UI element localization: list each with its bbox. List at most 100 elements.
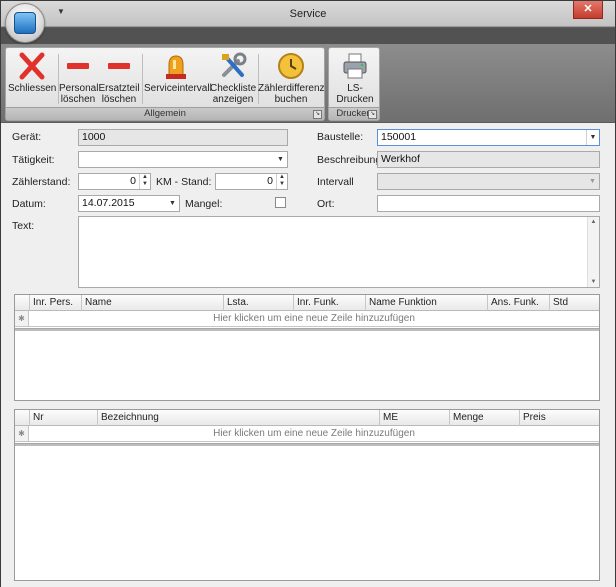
row-indicator-header (15, 410, 30, 426)
grid-footer-bar (15, 328, 599, 331)
row-indicator-header (15, 295, 30, 311)
column-header[interactable]: Name (82, 295, 224, 311)
geraet-label: Gerät: (12, 131, 42, 143)
mangel-label: Mangel: (185, 198, 223, 210)
chevron-down-icon[interactable]: ▼ (166, 196, 179, 211)
column-header[interactable]: Nr (30, 410, 98, 426)
allgemein-group-label: Allgemein (144, 108, 186, 119)
baustelle-dropdown[interactable]: 150001 ▼ (377, 129, 600, 146)
ersatzteil-loeschen-label-1: Ersatzteil (98, 83, 140, 94)
km-stand-stepper[interactable]: 0 ▲ ▼ (215, 173, 288, 190)
new-row-text: Hier klicken um eine neue Zeile hinzuzuf… (213, 313, 415, 324)
text-scrollbar[interactable]: ▲ ▼ (587, 217, 599, 287)
minus-icon (104, 51, 134, 81)
ribbon-separator (142, 54, 143, 104)
chevron-down-icon[interactable]: ▼ (586, 130, 599, 145)
printer-icon (340, 51, 370, 81)
spin-arrows-icon[interactable]: ▲ ▼ (139, 174, 150, 189)
ribbon-group-drucken: LS-Drucken Drucken ↘ (328, 47, 380, 121)
ort-field[interactable] (377, 195, 600, 212)
zaehlerdifferenz-label-2: buchen (274, 94, 308, 105)
datum-picker[interactable]: 14.07.2015 ▼ (78, 195, 180, 212)
km-stand-label: KM - Stand: (156, 176, 212, 188)
column-header[interactable]: Inr. Pers. (30, 295, 82, 311)
zaehlerdifferenz-label-1: Zählerdifferenz (258, 83, 325, 94)
column-header[interactable]: Preis (520, 410, 601, 426)
drucken-group-label: Drucken (336, 108, 372, 119)
km-stand-value: 0 (267, 175, 273, 187)
new-row-placeholder[interactable]: ✱ Hier klicken um eine neue Zeile hinzuz… (15, 426, 599, 442)
column-header[interactable]: Ans. Funk. (488, 295, 550, 311)
minus-icon (63, 51, 93, 81)
ribbon-group-allgemein: Schliessen Personal löschen Ersatzteil l… (5, 47, 325, 121)
column-header[interactable]: Name Funktion (366, 295, 488, 311)
column-header[interactable]: Lsta. (224, 295, 294, 311)
grid-footer-bar (15, 443, 599, 446)
intervall-dropdown: ▼ (377, 173, 600, 190)
baustelle-value: 150001 (381, 131, 417, 143)
datum-label: Datum: (12, 198, 46, 210)
checkliste-label-2: anzeigen (212, 94, 254, 105)
taetigkeit-dropdown[interactable]: ▼ (78, 151, 288, 168)
personal-loeschen-label-1: Personal (59, 83, 99, 94)
text-label: Text: (12, 220, 35, 232)
checkliste-anzeigen-button[interactable]: Checkliste anzeigen (210, 51, 256, 109)
beschreibung-field: Werkhof (377, 151, 600, 168)
serviceintervall-button[interactable]: Serviceintervall (144, 51, 212, 109)
dialog-launcher-icon[interactable]: ↘ (313, 110, 322, 119)
zaehlerdifferenz-buchen-button[interactable]: Zählerdifferenz buchen (258, 51, 325, 109)
ort-label: Ort: (317, 198, 335, 210)
window-title: Service (289, 8, 327, 20)
app-logo-icon (14, 12, 36, 34)
app-orb-icon[interactable] (5, 3, 45, 43)
ribbon: Schliessen Personal löschen Ersatzteil l… (1, 44, 615, 122)
intervall-label: Intervall (317, 176, 354, 188)
zaehlerstand-stepper[interactable]: 0 ▲ ▼ (78, 173, 151, 190)
ls-drucken-label: LS-Drucken (336, 83, 374, 105)
geraet-field: 1000 (78, 129, 288, 146)
new-row-icon: ✱ (15, 311, 29, 326)
new-row-placeholder[interactable]: ✱ Hier klicken um eine neue Zeile hinzuz… (15, 311, 599, 327)
zaehlerstand-value: 0 (130, 175, 136, 187)
ribbon-group-label: Drucken ↘ (329, 107, 379, 120)
tools-icon (218, 51, 248, 81)
schliessen-button[interactable]: Schliessen (8, 51, 56, 109)
personal-loeschen-button[interactable]: Personal löschen (59, 51, 99, 109)
close-x-icon (17, 51, 47, 81)
service-form: Gerät: 1000 Tätigkeit: ▼ Zählerstand: 0 … (1, 123, 615, 587)
ersatzteil-loeschen-button[interactable]: Ersatzteil löschen (98, 51, 140, 109)
schliessen-label: Schliessen (8, 83, 57, 94)
personal-grid-header: Inr. Pers. Name Lsta. Inr. Funk. Name Fu… (15, 295, 599, 311)
new-row-text: Hier klicken um eine neue Zeile hinzuzuf… (213, 428, 415, 439)
chevron-down-icon[interactable]: ▼ (274, 152, 287, 167)
service-window: ▼ Service ✕ Schliessen Personal löschen (0, 0, 616, 587)
serviceintervall-label: Serviceintervall (144, 83, 212, 94)
column-header[interactable]: Inr. Funk. (294, 295, 366, 311)
beschreibung-label: Beschreibung (317, 154, 382, 166)
ribbon-tab-strip (1, 28, 615, 44)
checkliste-label-1: Checkliste (210, 83, 257, 94)
taetigkeit-label: Tätigkeit: (12, 154, 55, 166)
baustelle-label: Baustelle: (317, 131, 364, 143)
new-row-icon: ✱ (15, 426, 29, 441)
clock-icon (276, 51, 306, 81)
ribbon-group-label: Allgemein ↘ (6, 107, 324, 120)
title-bar: ▼ Service ✕ (1, 1, 615, 27)
column-header[interactable]: Std (550, 295, 601, 311)
window-close-button[interactable]: ✕ (573, 1, 603, 19)
dialog-launcher-icon[interactable]: ↘ (368, 110, 377, 119)
personal-grid: Inr. Pers. Name Lsta. Inr. Funk. Name Fu… (14, 294, 600, 401)
alarm-light-icon (161, 51, 191, 81)
spin-arrows-icon[interactable]: ▲ ▼ (276, 174, 287, 189)
scroll-up-icon[interactable]: ▲ (588, 219, 599, 225)
column-header[interactable]: Menge (450, 410, 520, 426)
scroll-down-icon[interactable]: ▼ (588, 279, 599, 285)
column-header[interactable]: Bezeichnung (98, 410, 380, 426)
text-area[interactable]: ▲ ▼ (78, 216, 600, 288)
column-header[interactable]: ME (380, 410, 450, 426)
ls-drucken-button[interactable]: LS-Drucken (330, 51, 380, 109)
datum-value: 14.07.2015 (82, 197, 135, 209)
chevron-down-icon: ▼ (589, 178, 596, 185)
mangel-checkbox[interactable] (275, 197, 286, 208)
personal-loeschen-label-2: löschen (60, 94, 96, 105)
